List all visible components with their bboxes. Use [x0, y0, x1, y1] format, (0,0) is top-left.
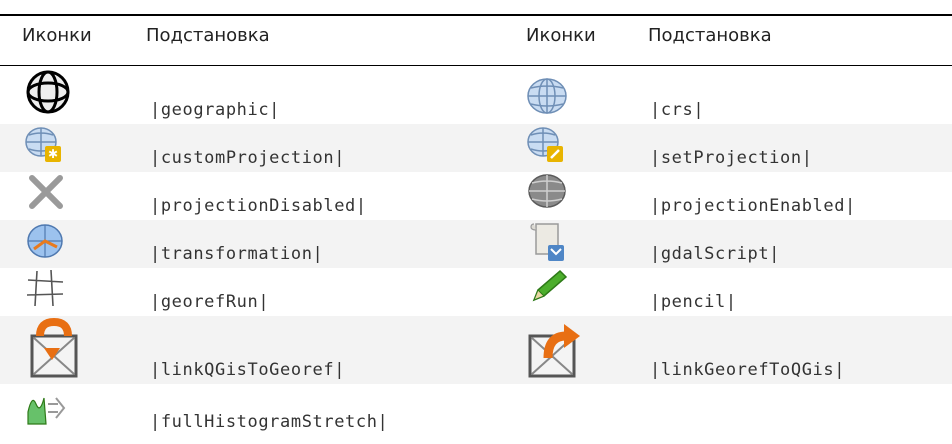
- link-georef-to-qgis-icon: [528, 324, 580, 378]
- set-projection-icon: [527, 127, 563, 162]
- substitution-code: |crs|: [650, 100, 705, 120]
- substitution-code: |customProjection|: [150, 148, 346, 168]
- table-top-rule: [0, 14, 952, 16]
- full-histogram-stretch-icon: [27, 397, 66, 425]
- substitution-code: |linkGeorefToQGis|: [650, 360, 846, 380]
- projection-disabled-icon: [29, 175, 63, 209]
- table-row: |geographic| |crs|: [0, 66, 952, 124]
- crs-icon: [527, 78, 567, 114]
- substitution-code: |transformation|: [150, 244, 324, 264]
- substitution-code: |gdalScript|: [650, 244, 781, 264]
- table-row: |projectionDisabled| |projectionEnabled|: [0, 172, 952, 220]
- header-icons-2: Иконки: [526, 25, 596, 46]
- header-substitution-2: Подстановка: [648, 25, 772, 46]
- substitution-code: |georefRun|: [150, 292, 270, 312]
- substitution-code: |setProjection|: [650, 148, 813, 168]
- substitution-code: |projectionEnabled|: [650, 196, 856, 216]
- geographic-icon: [26, 70, 70, 114]
- projection-enabled-icon: [528, 174, 566, 208]
- table-row: ✱ |customProjection| |setProjection|: [0, 124, 952, 172]
- table-row: |fullHistogramStretch|: [0, 384, 952, 444]
- table-row: |transformation| |gdalScript|: [0, 220, 952, 268]
- pencil-icon: [532, 269, 568, 302]
- gdal-script-icon: [530, 223, 564, 261]
- substitution-code: |geographic|: [150, 100, 281, 120]
- header-icons-1: Иконки: [22, 25, 92, 46]
- substitution-code: |fullHistogramStretch|: [150, 412, 389, 432]
- transformation-icon: [27, 224, 63, 258]
- svg-text:✱: ✱: [48, 147, 58, 161]
- substitution-code: |linkQGisToGeoref|: [150, 360, 346, 380]
- link-qgis-to-georef-icon: [30, 318, 78, 378]
- substitution-code: |projectionDisabled|: [150, 196, 367, 216]
- table-row: |georefRun| |pencil|: [0, 268, 952, 316]
- georef-run-icon: [26, 269, 64, 307]
- substitution-code: |pencil|: [650, 292, 737, 312]
- custom-projection-icon: ✱: [25, 127, 61, 162]
- header-substitution-1: Подстановка: [146, 25, 270, 46]
- table-row: |linkQGisToGeoref| |linkGeorefToQGis|: [0, 316, 952, 384]
